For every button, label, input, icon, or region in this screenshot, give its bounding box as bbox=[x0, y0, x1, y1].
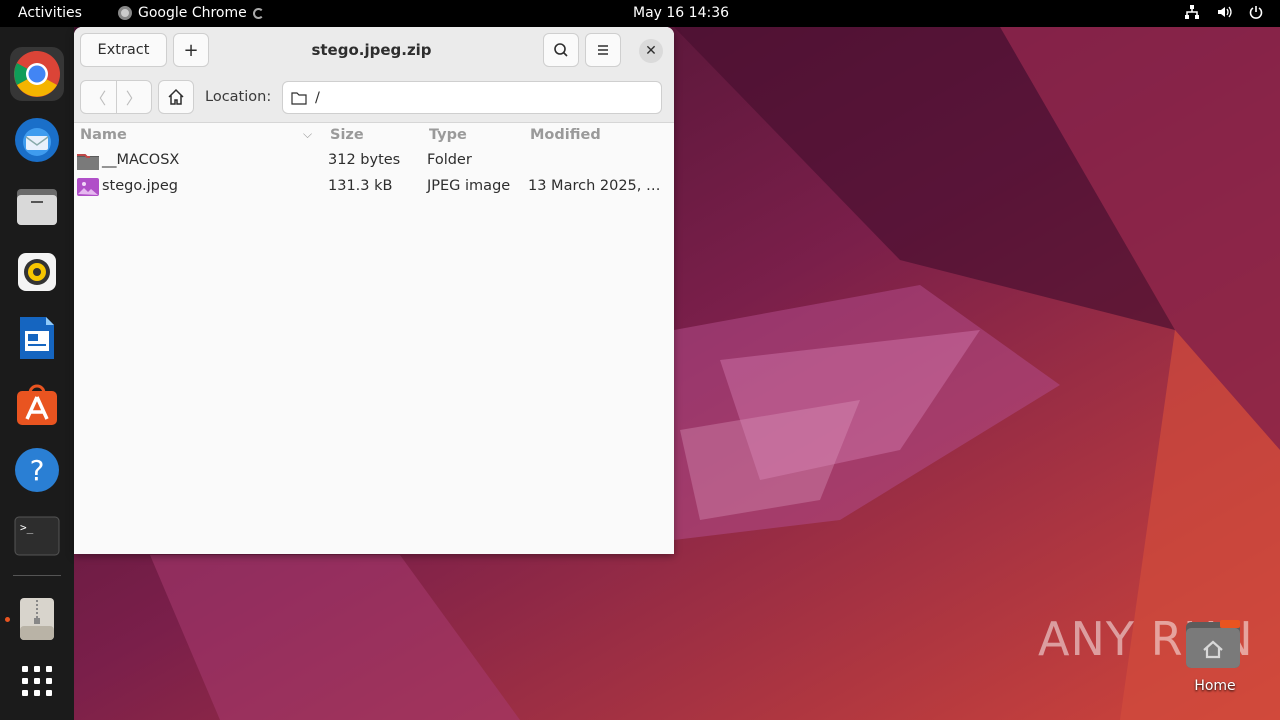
activities-button[interactable]: Activities bbox=[18, 5, 82, 21]
close-button[interactable]: ✕ bbox=[639, 39, 663, 63]
writer-icon[interactable] bbox=[10, 311, 64, 365]
sort-chevron-down-icon: ⌵ bbox=[303, 127, 313, 141]
column-header-type[interactable]: Type bbox=[429, 127, 467, 143]
hamburger-menu-icon bbox=[598, 45, 608, 55]
file-list: Name ⌵ Size Type Modified __MACOSX 312 b… bbox=[74, 123, 674, 554]
clock[interactable]: May 16 14:36 bbox=[633, 5, 729, 21]
desktop-home-folder[interactable]: Home bbox=[1184, 618, 1242, 694]
file-size: 131.3 kB bbox=[328, 178, 393, 194]
navigation-buttons: 〈 〉 bbox=[80, 80, 152, 114]
volume-icon bbox=[1216, 4, 1232, 20]
header-bar: Extract + stego.jpeg.zip ✕ bbox=[74, 27, 674, 73]
file-row[interactable]: __MACOSX 312 bytes Folder bbox=[74, 148, 674, 174]
file-type: Folder bbox=[427, 152, 472, 168]
file-name: __MACOSX bbox=[102, 152, 180, 168]
show-apps-icon[interactable] bbox=[10, 654, 64, 708]
file-modified: 13 March 2025, … bbox=[528, 178, 661, 194]
column-header-name[interactable]: Name bbox=[80, 127, 127, 143]
search-button[interactable] bbox=[543, 33, 579, 67]
app-center-icon[interactable] bbox=[10, 377, 64, 431]
file-type: JPEG image bbox=[427, 178, 511, 194]
home-button[interactable] bbox=[158, 80, 194, 114]
loading-spinner-icon bbox=[252, 7, 264, 19]
back-button[interactable]: 〈 bbox=[81, 81, 117, 113]
app-menu[interactable]: Google Chrome bbox=[118, 5, 264, 21]
thunderbird-icon[interactable] bbox=[10, 113, 64, 167]
archive-manager-icon[interactable] bbox=[10, 592, 64, 646]
dock-separator bbox=[13, 575, 61, 576]
app-name: Google Chrome bbox=[138, 5, 247, 21]
file-size: 312 bytes bbox=[328, 152, 401, 168]
chrome-icon[interactable] bbox=[10, 47, 64, 101]
image-file-icon bbox=[77, 178, 99, 196]
forward-button[interactable]: 〉 bbox=[117, 81, 152, 113]
close-icon: ✕ bbox=[645, 43, 657, 59]
menu-button[interactable] bbox=[585, 33, 621, 67]
file-row[interactable]: stego.jpeg 131.3 kB JPEG image 13 March … bbox=[74, 174, 674, 200]
top-bar: Activities Google Chrome May 16 14:36 bbox=[0, 0, 1280, 27]
network-icon bbox=[1184, 4, 1200, 20]
folder-icon bbox=[77, 154, 99, 170]
help-icon[interactable]: ? bbox=[10, 443, 64, 497]
chrome-small-icon bbox=[118, 6, 132, 20]
svg-text:?: ? bbox=[30, 454, 45, 487]
home-icon bbox=[168, 88, 184, 105]
location-field[interactable]: / bbox=[282, 81, 662, 114]
system-tray[interactable] bbox=[1184, 4, 1264, 20]
location-bar: 〈 〉 Location: / bbox=[74, 73, 674, 123]
files-icon[interactable] bbox=[10, 179, 64, 233]
home-folder-icon bbox=[1186, 620, 1240, 668]
column-header-modified[interactable]: Modified bbox=[530, 127, 601, 143]
location-label: Location: bbox=[205, 89, 272, 105]
power-icon bbox=[1248, 4, 1264, 20]
file-name: stego.jpeg bbox=[102, 178, 178, 194]
rhythmbox-icon[interactable] bbox=[10, 245, 64, 299]
search-icon bbox=[554, 43, 568, 57]
dock: ? >_ bbox=[0, 27, 74, 720]
location-value: / bbox=[315, 89, 320, 106]
desktop-home-label: Home bbox=[1194, 678, 1236, 694]
folder-icon bbox=[291, 91, 307, 105]
terminal-icon[interactable]: >_ bbox=[10, 509, 64, 563]
archive-manager-window: Extract + stego.jpeg.zip ✕ 〈 〉 Location:… bbox=[74, 27, 674, 554]
column-header-size[interactable]: Size bbox=[330, 127, 364, 143]
window-title: stego.jpeg.zip bbox=[311, 41, 432, 59]
svg-text:>_: >_ bbox=[20, 521, 34, 534]
